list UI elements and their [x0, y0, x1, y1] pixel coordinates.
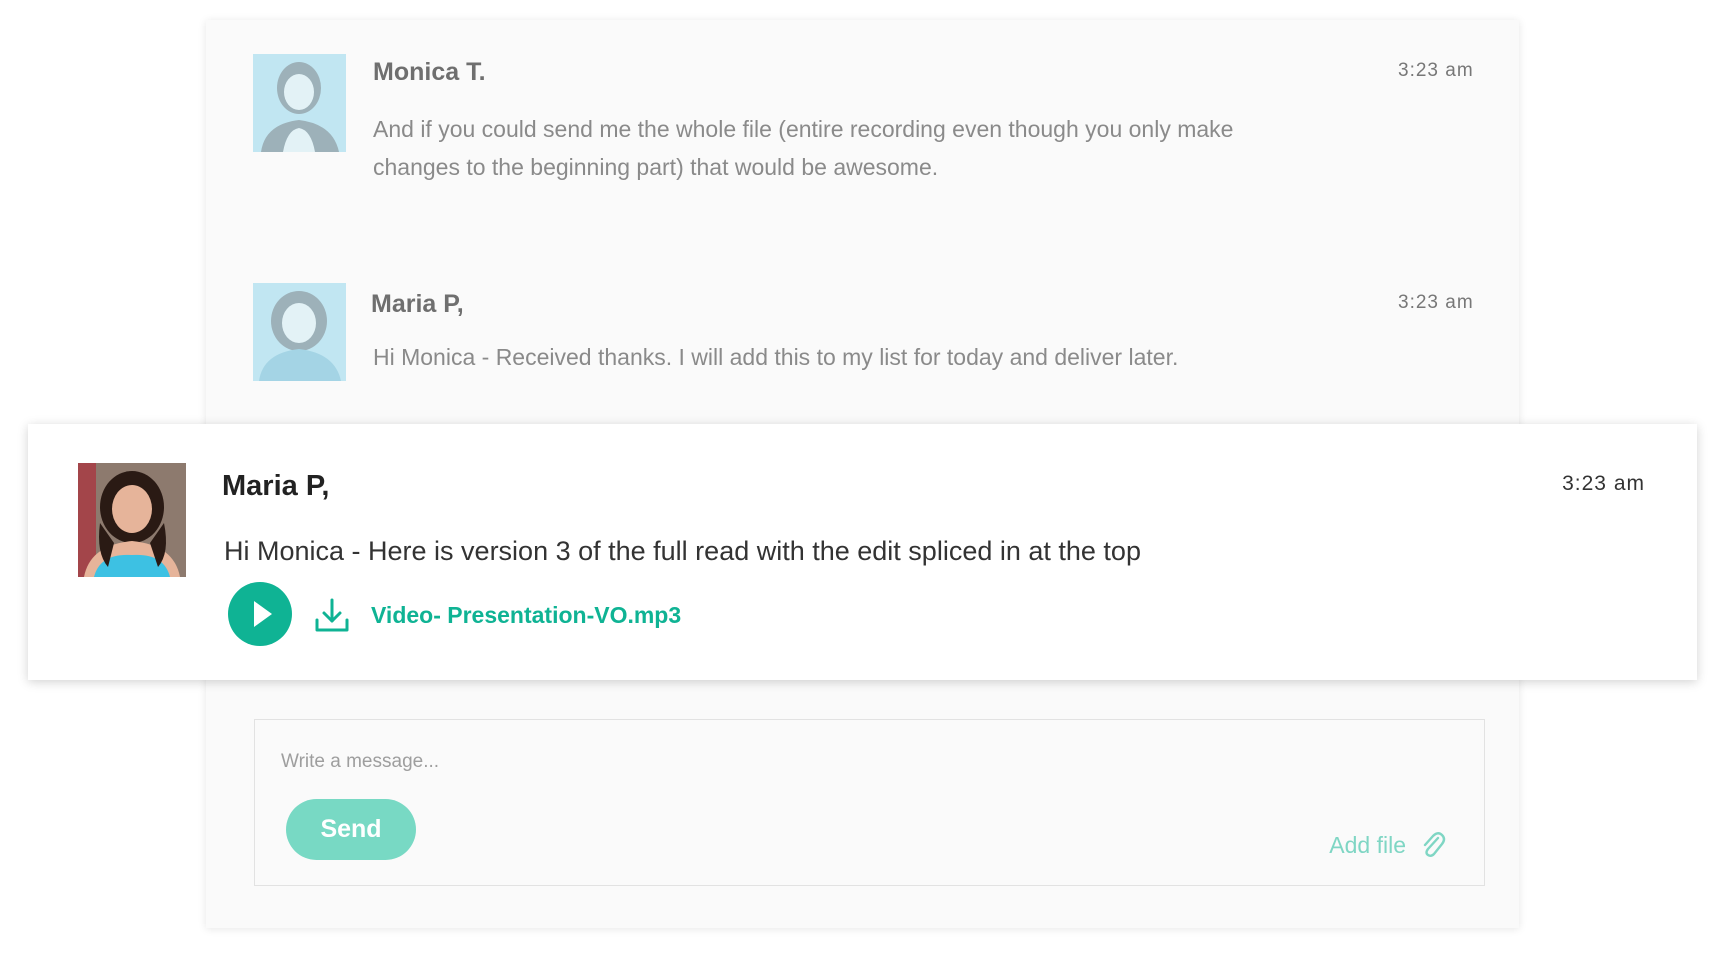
add-file-label: Add file	[1329, 831, 1406, 858]
message-text: And if you could send me the whole file …	[373, 116, 1234, 180]
chat-screen: Monica T. 3:23 am And if you could send …	[0, 0, 1715, 956]
message-input[interactable]	[279, 744, 1183, 780]
send-button[interactable]: Send	[286, 799, 416, 860]
message-time: 3:23 am	[1562, 472, 1645, 495]
paperclip-icon	[1423, 832, 1446, 857]
play-icon	[254, 601, 272, 627]
message-time: 3:23 am	[1398, 60, 1474, 81]
avatar	[78, 463, 186, 577]
attachment-file-link[interactable]: Video- Presentation-VO.mp3	[371, 602, 681, 629]
message-author: Maria P,	[371, 290, 464, 318]
download-icon[interactable]	[313, 596, 351, 634]
message-author: Maria P,	[222, 470, 330, 502]
add-file-button[interactable]: Add file	[1329, 830, 1446, 860]
message-author: Monica T.	[373, 58, 486, 86]
avatar	[253, 54, 346, 152]
message-text: Hi Monica - Received thanks. I will add …	[373, 344, 1179, 370]
play-button[interactable]	[228, 582, 292, 646]
message-composer: Send Add file	[254, 719, 1485, 886]
message-text: Hi Monica - Here is version 3 of the ful…	[224, 536, 1141, 566]
highlighted-message: Maria P, 3:23 am Hi Monica - Here is ver…	[28, 424, 1697, 680]
message-time: 3:23 am	[1398, 292, 1474, 313]
avatar	[253, 283, 346, 381]
